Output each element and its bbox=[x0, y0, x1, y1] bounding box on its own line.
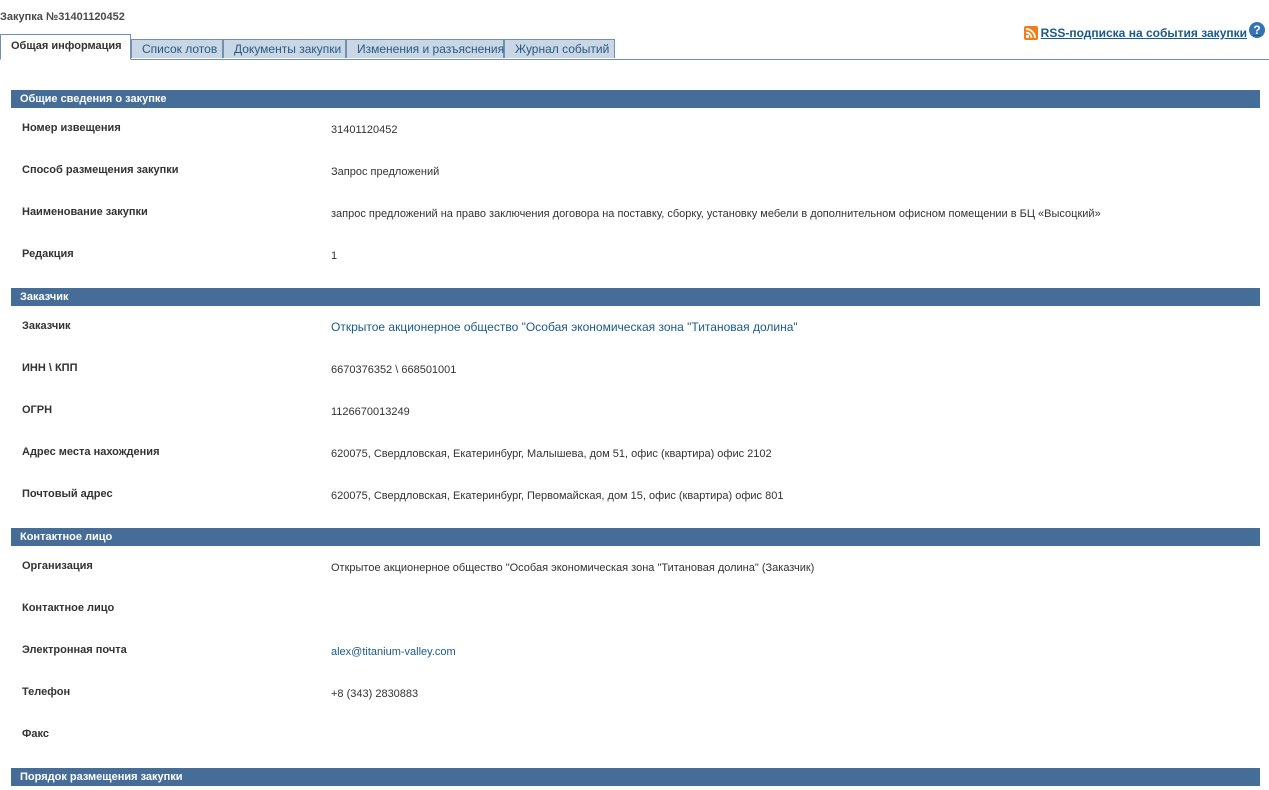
field-label: Почтовый адрес bbox=[22, 488, 113, 500]
field-label: Способ размещения закупки bbox=[22, 164, 179, 176]
field-label: Телефон bbox=[22, 686, 71, 698]
field-row-postal-address: Почтовый адрес 620075, Свердловская, Ека… bbox=[0, 488, 1269, 508]
field-label: Наименование закупки bbox=[22, 206, 148, 218]
field-label: Электронная почта bbox=[22, 644, 127, 656]
field-value: +8 (343) 2830883 bbox=[331, 688, 419, 700]
field-value: 620075, Свердловская, Екатеринбург, Перв… bbox=[331, 490, 784, 502]
field-row-customer: Заказчик Открытое акционерное общество "… bbox=[0, 320, 1269, 340]
field-value: Открытое акционерное общество "Особая эк… bbox=[331, 562, 815, 574]
field-value: 31401120452 bbox=[331, 124, 398, 136]
field-label: Номер извещения bbox=[22, 122, 121, 134]
tab-general-info[interactable]: Общая информация bbox=[0, 34, 131, 60]
email-link[interactable]: alex@titanium-valley.com bbox=[331, 646, 456, 658]
field-row-name: Наименование закупки запрос предложений … bbox=[0, 206, 1269, 226]
field-label: ОГРН bbox=[22, 404, 53, 416]
section-header-general: Общие сведения о закупке bbox=[11, 90, 1260, 108]
rss-icon bbox=[1023, 26, 1038, 40]
rss-link-label: RSS-подписка на события закупки bbox=[1040, 26, 1247, 40]
tabs-divider bbox=[0, 59, 1269, 60]
field-row-phone: Телефон +8 (343) 2830883 bbox=[0, 686, 1269, 706]
field-row-notice-number: Номер извещения 31401120452 bbox=[0, 122, 1269, 142]
field-row-address: Адрес места нахождения 620075, Свердловс… bbox=[0, 446, 1269, 466]
field-label: ИНН \ КПП bbox=[22, 362, 78, 374]
field-label: Заказчик bbox=[22, 320, 71, 332]
field-value: 1126670013249 bbox=[331, 406, 410, 418]
tab-lot-list[interactable]: Список лотов bbox=[131, 39, 223, 58]
section-header-procedure: Порядок размещения закупки bbox=[11, 768, 1260, 786]
customer-link[interactable]: Открытое акционерное общество "Особая эк… bbox=[331, 320, 798, 334]
field-label: Контактное лицо bbox=[22, 602, 115, 614]
rss-subscribe-link[interactable]: RSS-подписка на события закупки ? bbox=[1023, 22, 1265, 41]
page-title: Закупка №31401120452 bbox=[0, 11, 125, 23]
field-value: 1 bbox=[331, 250, 338, 262]
field-value: запрос предложений на право заключения д… bbox=[331, 208, 1101, 220]
field-label: Организация bbox=[22, 560, 93, 572]
section-header-contact: Контактное лицо bbox=[11, 528, 1260, 546]
field-row-method: Способ размещения закупки Запрос предлож… bbox=[0, 164, 1269, 184]
field-row-ogrn: ОГРН 1126670013249 bbox=[0, 404, 1269, 424]
field-row-inn-kpp: ИНН \ КПП 6670376352 \ 668501001 bbox=[0, 362, 1269, 382]
tab-changes[interactable]: Изменения и разъяснения bbox=[346, 39, 504, 58]
field-value: 620075, Свердловская, Екатеринбург, Малы… bbox=[331, 448, 772, 460]
field-row-fax: Факс bbox=[0, 728, 1269, 748]
field-value: Запрос предложений bbox=[331, 166, 440, 178]
field-label: Адрес места нахождения bbox=[22, 446, 160, 458]
field-row-email: Электронная почта alex@titanium-valley.c… bbox=[0, 644, 1269, 664]
field-row-edition: Редакция 1 bbox=[0, 248, 1269, 268]
tab-event-log[interactable]: Журнал событий bbox=[504, 39, 615, 58]
field-label: Факс bbox=[22, 728, 49, 740]
field-value: 6670376352 \ 668501001 bbox=[331, 364, 457, 376]
field-label: Редакция bbox=[22, 248, 74, 260]
help-icon[interactable]: ? bbox=[1249, 22, 1265, 38]
section-header-customer: Заказчик bbox=[11, 288, 1260, 306]
tab-documents[interactable]: Документы закупки bbox=[223, 39, 346, 58]
field-row-contact-person: Контактное лицо bbox=[0, 602, 1269, 622]
field-row-organization: Организация Открытое акционерное обществ… bbox=[0, 560, 1269, 580]
